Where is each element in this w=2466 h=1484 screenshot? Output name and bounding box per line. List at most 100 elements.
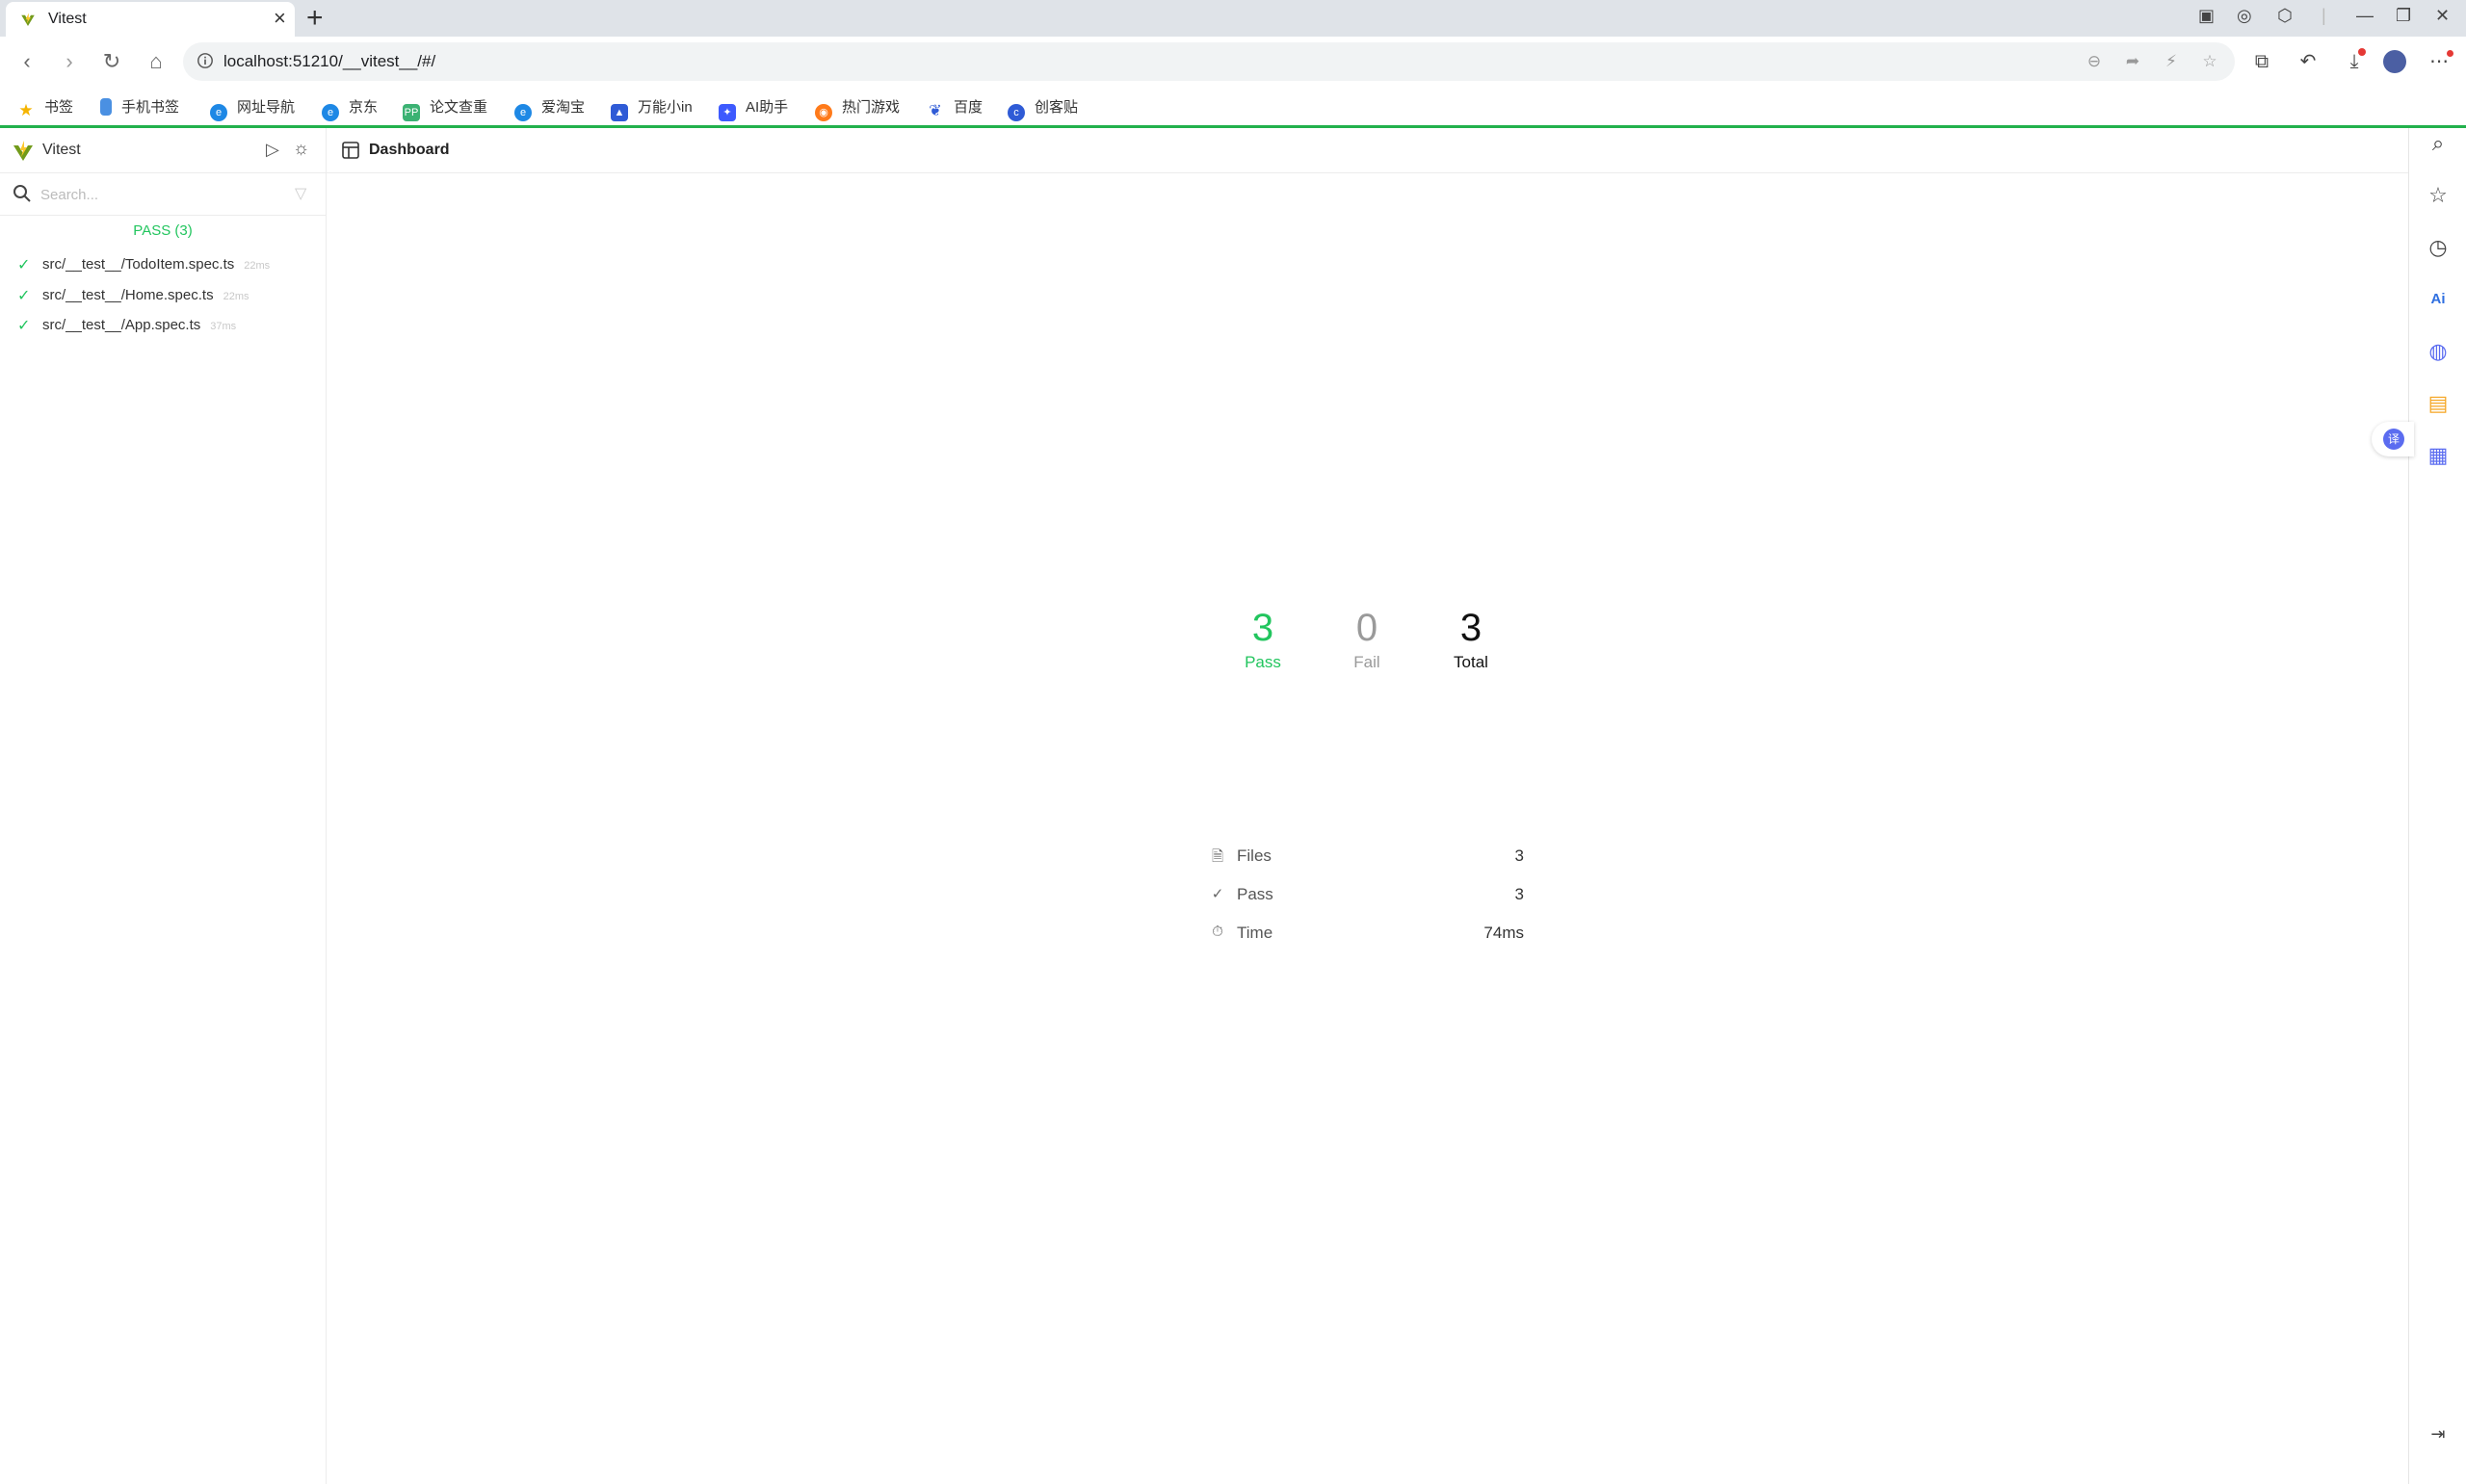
stat-files-value: 3: [1514, 846, 1524, 865]
file-icon: 🗎: [1211, 848, 1224, 865]
sidebar-header: Vitest ▷ ☼: [0, 128, 326, 173]
window-close-icon[interactable]: ✕: [2435, 6, 2450, 26]
floating-translate-button[interactable]: 译: [2372, 422, 2414, 456]
site-info-icon[interactable]: [197, 52, 214, 69]
game-icon: ◉: [815, 104, 832, 121]
test-file-row[interactable]: ✓ src/__test__/TodoItem.spec.ts 22ms: [0, 251, 326, 280]
bookmark-star-icon[interactable]: ☆: [2200, 52, 2219, 71]
gamepad-icon[interactable]: ◍: [2425, 338, 2452, 365]
total-count: 3: [1459, 607, 1482, 649]
bookmark-item[interactable]: e 爱淘宝: [514, 96, 585, 121]
tab-close-icon[interactable]: ×: [274, 7, 286, 30]
filter-icon[interactable]: ▽: [295, 184, 306, 203]
pass-group-label: PASS (3): [133, 222, 193, 239]
test-file-duration: 22ms: [223, 291, 249, 302]
stat-time-row: ⏱ Time 74ms: [1210, 921, 1524, 950]
e-browser-icon: e: [322, 104, 339, 121]
pp-icon: PP: [403, 104, 420, 121]
back-icon[interactable]: ‹: [13, 48, 40, 75]
vitest-sidebar: Vitest ▷ ☼ ▽ PASS (3) ✓ src/__test__/Tod…: [0, 128, 327, 1484]
bookmarks-bar: ★ 书签 手机书签 e 网址导航 e 京东 PP 论文查重 e 爱淘宝 ▲ 万能小in ✦ A…: [0, 87, 2466, 128]
chuangketie-icon: c: [1008, 104, 1025, 121]
undo-dropdown-icon[interactable]: ↶: [2295, 48, 2322, 75]
stat-files-label: Files: [1237, 846, 1272, 865]
bookmark-icon: [100, 98, 112, 116]
stat-pass-label: Pass: [1237, 885, 1273, 903]
pin-icon[interactable]: ⬡: [2277, 6, 2293, 26]
bookmark-item[interactable]: ✦ AI助手: [719, 96, 788, 121]
fail-label: Fail: [1353, 653, 1380, 671]
check-icon: ✓: [1211, 886, 1224, 902]
sidebar-title: Vitest: [42, 142, 81, 158]
restore-icon[interactable]: ❐: [2396, 6, 2411, 26]
test-file-duration: 22ms: [244, 260, 271, 272]
pass-label: Pass: [1245, 653, 1281, 671]
extensions-icon[interactable]: ⧉: [2248, 48, 2275, 75]
fail-count: 0: [1355, 607, 1378, 649]
timer-icon: ⏱: [1212, 924, 1223, 940]
bookmark-item[interactable]: ▲ 万能小in: [611, 96, 693, 121]
search-bar: ▽: [0, 172, 326, 216]
home-icon[interactable]: ⌂: [143, 48, 170, 75]
translate-icon[interactable]: ▦: [2425, 442, 2452, 469]
test-file-name: src/__test__/App.spec.ts: [42, 317, 201, 333]
stat-files-row: 🗎 Files 3: [1210, 844, 1524, 872]
check-icon: ✓: [17, 318, 31, 334]
download-badge: [2358, 48, 2366, 56]
check-icon: ✓: [17, 288, 31, 304]
favorites-star-icon[interactable]: ☆: [2425, 182, 2452, 209]
vitest-favicon-icon: [21, 13, 35, 26]
new-tab-icon[interactable]: +: [306, 2, 324, 35]
extensions-tab-icon[interactable]: ◎: [2237, 6, 2252, 26]
avatar[interactable]: [2383, 50, 2406, 73]
bookmark-item[interactable]: e 京东: [322, 96, 378, 121]
pass-count: 3: [1251, 607, 1274, 649]
address-bar[interactable]: localhost:51210/__vitest__/#/ ⊖ ➦ ⚡ ☆: [183, 42, 2235, 81]
total-summary: 3 Total: [1413, 607, 1529, 672]
bookmark-item[interactable]: PP 论文查重: [403, 96, 487, 121]
tab-vitest[interactable]: Vitest ×: [6, 2, 295, 37]
test-file-row[interactable]: ✓ src/__test__/App.spec.ts 37ms: [0, 312, 326, 341]
test-file-row[interactable]: ✓ src/__test__/Home.spec.ts 22ms: [0, 282, 326, 311]
stat-pass-value: 3: [1514, 885, 1524, 903]
wanneng-icon: ▲: [611, 104, 628, 121]
dashboard-panel: Dashboard: [327, 128, 2408, 1484]
stat-pass-row: ✓ Pass 3: [1210, 882, 1524, 911]
dashboard-header: Dashboard: [327, 128, 2408, 173]
search-input[interactable]: [39, 182, 283, 207]
pass-summary: 3 Pass: [1205, 607, 1321, 672]
translate-icon: 译: [2383, 429, 2404, 450]
lightning-icon[interactable]: ⚡: [2162, 52, 2181, 71]
history-clock-icon[interactable]: ◷: [2425, 234, 2452, 261]
browser-toolbar: ‹ › ↻ ⌂ localhost:51210/__vitest__/#/ ⊖ …: [0, 37, 2466, 87]
toolbox-icon[interactable]: ▤: [2425, 390, 2452, 417]
search-icon[interactable]: ⌕: [2425, 130, 2452, 157]
forward-icon[interactable]: ›: [56, 48, 83, 75]
bookmark-item[interactable]: 手机书签: [100, 96, 179, 117]
ai-assistant-icon: ✦: [719, 104, 736, 121]
browser-side-panel: ⌕ ☆ ◷ Ai ◍ ▤ ▦ ⇥: [2408, 128, 2466, 1484]
stat-time-label: Time: [1237, 924, 1273, 942]
test-file-duration: 37ms: [210, 321, 237, 332]
minimize-icon[interactable]: —: [2356, 6, 2374, 26]
search-icon: [13, 185, 31, 202]
star-icon: ★: [18, 101, 34, 119]
share-icon[interactable]: ➦: [2123, 52, 2142, 71]
bookmark-item[interactable]: ★ 书签: [17, 96, 73, 119]
tab-search-icon[interactable]: ▣: [2198, 6, 2215, 26]
bookmark-item[interactable]: ❦ 百度: [927, 96, 983, 120]
theme-toggle-icon[interactable]: ☼: [293, 139, 309, 160]
test-file-name: src/__test__/Home.spec.ts: [42, 287, 214, 303]
e-browser-icon: e: [210, 104, 227, 121]
bookmark-item[interactable]: ◉ 热门游戏: [815, 96, 900, 121]
baidu-paw-icon: ❦: [929, 103, 942, 119]
zoom-icon[interactable]: ⊖: [2085, 52, 2104, 71]
bookmark-item[interactable]: c 创客贴: [1008, 96, 1078, 121]
collapse-panel-icon[interactable]: ⇥: [2425, 1420, 2452, 1447]
separator: |: [2322, 6, 2326, 25]
reload-icon[interactable]: ↻: [98, 48, 125, 75]
menu-badge: [2447, 50, 2453, 57]
run-all-icon[interactable]: ▷: [266, 140, 279, 160]
bookmark-item[interactable]: e 网址导航: [210, 96, 295, 121]
ai-icon[interactable]: Ai: [2425, 286, 2452, 313]
